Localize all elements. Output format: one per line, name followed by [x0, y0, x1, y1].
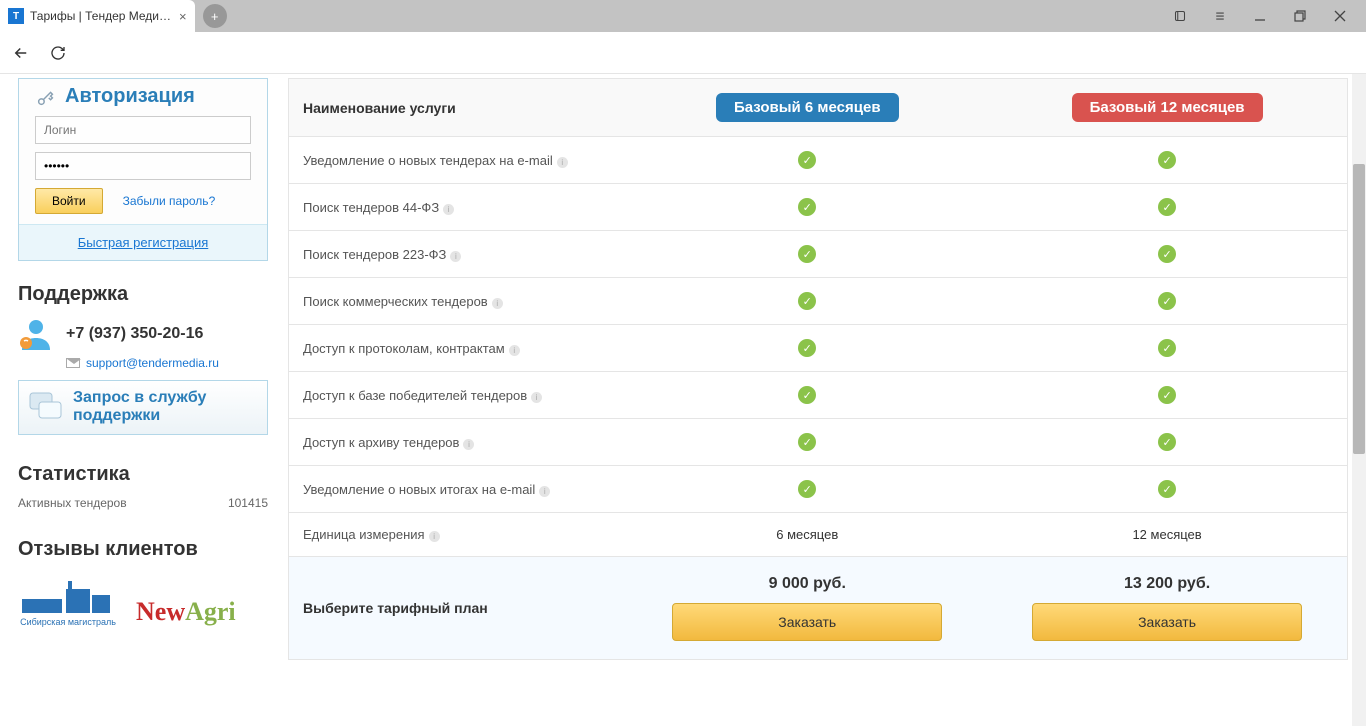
check-icon: ✓ — [798, 151, 816, 169]
check-icon: ✓ — [1158, 433, 1176, 451]
check-icon: ✓ — [798, 198, 816, 216]
forgot-password-link[interactable]: Забыли пароль? — [123, 194, 216, 208]
unit-label: Единица измерения — [303, 527, 425, 542]
support-request-label: Запрос в службу поддержки — [73, 389, 257, 426]
feature-label: Поиск тендеров 223-ФЗ — [303, 247, 446, 262]
info-icon[interactable]: i — [492, 298, 503, 309]
order-button-6m[interactable]: Заказать — [672, 603, 942, 641]
tab-title: Тарифы | Тендер Меди… — [30, 9, 171, 23]
support-avatar-icon — [18, 316, 54, 352]
auth-box: Авторизация Войти Забыли пароль? Быстрая… — [18, 78, 268, 261]
window-close-button[interactable] — [1320, 0, 1360, 32]
support-heading: Поддержка — [18, 283, 268, 306]
feature-label: Доступ к базе победителей тендеров — [303, 388, 527, 403]
logo-sibmagistral: Сибирская магистраль — [18, 575, 118, 627]
support-phone: +7 (937) 350-20-16 — [66, 325, 203, 343]
info-icon[interactable]: i — [509, 345, 520, 356]
feature-label: Доступ к архиву тендеров — [303, 435, 459, 450]
browser-toolbar — [0, 32, 1366, 74]
plan-badge-12m: Базовый 12 месяцев — [1072, 93, 1263, 122]
check-icon: ✓ — [798, 433, 816, 451]
feature-label: Уведомление о новых итогах на e-mail — [303, 482, 535, 497]
order-button-12m[interactable]: Заказать — [1032, 603, 1302, 641]
stats-label: Активных тендеров — [18, 496, 127, 510]
check-icon: ✓ — [798, 292, 816, 310]
check-icon: ✓ — [1158, 339, 1176, 357]
reload-button[interactable] — [50, 45, 66, 61]
unit-12m: 12 месяцев — [987, 513, 1347, 557]
feature-label: Поиск коммерческих тендеров — [303, 294, 488, 309]
feature-label: Поиск тендеров 44-ФЗ — [303, 200, 439, 215]
check-icon: ✓ — [798, 339, 816, 357]
support-request-button[interactable]: Запрос в службу поддержки — [18, 380, 268, 435]
keys-icon — [35, 86, 57, 108]
window-maximize-button[interactable] — [1280, 0, 1320, 32]
info-icon[interactable]: i — [557, 157, 568, 168]
auth-title-text: Авторизация — [65, 85, 195, 108]
check-icon: ✓ — [1158, 292, 1176, 310]
check-icon: ✓ — [798, 245, 816, 263]
stats-row: Активных тендеров 101415 — [18, 496, 268, 510]
check-icon: ✓ — [1158, 245, 1176, 263]
auth-title: Авторизация — [35, 85, 251, 108]
sidebar: Авторизация Войти Забыли пароль? Быстрая… — [18, 78, 288, 726]
scrollbar-thumb[interactable] — [1353, 164, 1365, 454]
client-logos: Сибирская магистраль NewAgri — [18, 575, 268, 627]
stats-heading: Статистика — [18, 463, 268, 486]
price-12m: 13 200 руб. — [1001, 575, 1333, 593]
support-email-link[interactable]: support@tendermedia.ru — [86, 356, 219, 370]
tab-favicon: Т — [8, 8, 24, 24]
chat-icon — [29, 392, 63, 422]
info-icon[interactable]: i — [429, 531, 440, 542]
browser-tab[interactable]: Т Тарифы | Тендер Меди… × — [0, 0, 195, 32]
info-icon[interactable]: i — [443, 204, 454, 215]
scrollbar[interactable] — [1352, 74, 1366, 726]
mail-icon — [66, 358, 80, 368]
check-icon: ✓ — [1158, 151, 1176, 169]
info-icon[interactable]: i — [463, 439, 474, 450]
login-input[interactable] — [35, 116, 251, 144]
col-name-header: Наименование услуги — [289, 79, 628, 137]
plan-badge-6m: Базовый 6 месяцев — [716, 93, 899, 122]
price-6m: 9 000 руб. — [641, 575, 973, 593]
login-button[interactable]: Войти — [35, 188, 103, 214]
reader-icon[interactable] — [1160, 0, 1200, 32]
check-icon: ✓ — [798, 386, 816, 404]
pricing-table: Наименование услуги Базовый 6 месяцев Ба… — [288, 78, 1348, 660]
feature-label: Уведомление о новых тендерах на e-mail — [303, 153, 553, 168]
unit-6m: 6 месяцев — [627, 513, 987, 557]
browser-tabs: Т Тарифы | Тендер Меди… × + — [0, 0, 227, 32]
reviews-heading: Отзывы клиентов — [18, 538, 268, 561]
info-icon[interactable]: i — [450, 251, 461, 262]
info-icon[interactable]: i — [539, 486, 550, 497]
menu-icon[interactable] — [1200, 0, 1240, 32]
password-input[interactable] — [35, 152, 251, 180]
new-tab-button[interactable]: + — [203, 4, 227, 28]
check-icon: ✓ — [1158, 480, 1176, 498]
back-button[interactable] — [12, 44, 30, 62]
fast-registration-link[interactable]: Быстрая регистрация — [78, 235, 209, 250]
check-icon: ✓ — [798, 480, 816, 498]
choose-plan-label: Выберите тарифный план — [289, 557, 628, 660]
feature-label: Доступ к протоколам, контрактам — [303, 341, 505, 356]
content: Наименование услуги Базовый 6 месяцев Ба… — [288, 78, 1348, 726]
window-controls — [1160, 0, 1366, 32]
stats-value: 101415 — [228, 496, 268, 510]
window-minimize-button[interactable] — [1240, 0, 1280, 32]
info-icon[interactable]: i — [531, 392, 542, 403]
logo-newagri: NewAgri — [136, 597, 236, 627]
check-icon: ✓ — [1158, 198, 1176, 216]
window-titlebar: Т Тарифы | Тендер Меди… × + — [0, 0, 1366, 32]
check-icon: ✓ — [1158, 386, 1176, 404]
logo1-caption: Сибирская магистраль — [18, 617, 118, 627]
tab-close-icon[interactable]: × — [179, 9, 187, 24]
